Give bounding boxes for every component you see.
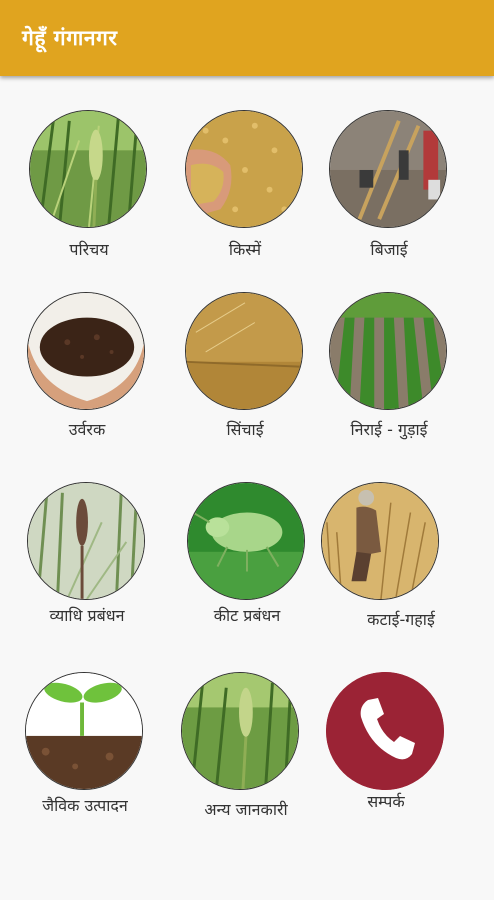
app-bar: गेहूँ गंगानगर bbox=[0, 0, 494, 76]
diseased-wheat-icon bbox=[27, 482, 145, 600]
menu-item-label: कीट प्रबंधन bbox=[213, 606, 281, 625]
menu-item-varieties[interactable]: किस्में bbox=[170, 110, 320, 270]
menu-item-label: कटाई-गहाई bbox=[367, 610, 435, 629]
menu-item-label: बिजाई bbox=[370, 240, 408, 259]
irrigation-icon bbox=[185, 292, 303, 410]
green-wheat-icon bbox=[181, 672, 299, 790]
menu-item-label: व्याधि प्रबंधन bbox=[49, 606, 125, 625]
menu-item-harvesting[interactable]: कटाई-गहाई bbox=[306, 482, 456, 642]
phone-icon bbox=[326, 672, 444, 790]
menu-item-label: सम्पर्क bbox=[367, 792, 405, 811]
menu-item-introduction[interactable]: परिचय bbox=[14, 110, 164, 270]
aphid-insect-icon bbox=[187, 482, 305, 600]
menu-item-contact[interactable]: सम्पर्क bbox=[311, 672, 461, 832]
menu-item-label: परिचय bbox=[69, 240, 109, 259]
menu-item-label: किस्में bbox=[228, 240, 262, 259]
menu-item-label: अन्य जानकारी bbox=[204, 800, 288, 819]
menu-item-label: उर्वरक bbox=[68, 420, 106, 439]
crop-rows-icon bbox=[329, 292, 447, 410]
menu-item-label: सिंचाई bbox=[226, 420, 264, 439]
menu-item-pest-management[interactable]: कीट प्रबंधन bbox=[172, 482, 322, 642]
menu-item-weeding[interactable]: निराई - गुड़ाई bbox=[314, 292, 464, 452]
menu-item-disease-management[interactable]: व्याधि प्रबंधन bbox=[12, 482, 162, 642]
menu-item-fertilizer[interactable]: उर्वरक bbox=[12, 292, 162, 452]
menu-item-other-information[interactable]: अन्य जानकारी bbox=[166, 672, 316, 832]
soil-hands-icon bbox=[27, 292, 145, 410]
wheat-field-icon bbox=[29, 110, 147, 228]
harvest-icon bbox=[321, 482, 439, 600]
menu-item-organic-production[interactable]: जैविक उत्पादन bbox=[10, 672, 160, 832]
wheat-grains-icon bbox=[185, 110, 303, 228]
menu-item-irrigation[interactable]: सिंचाई bbox=[170, 292, 320, 452]
menu-item-sowing[interactable]: बिजाई bbox=[314, 110, 464, 270]
seed-drill-icon bbox=[329, 110, 447, 228]
app-title: गेहूँ गंगानगर bbox=[22, 26, 118, 50]
menu-item-label: निराई - गुड़ाई bbox=[350, 420, 428, 439]
menu-item-label: जैविक उत्पादन bbox=[42, 796, 128, 815]
seedling-icon bbox=[25, 672, 143, 790]
